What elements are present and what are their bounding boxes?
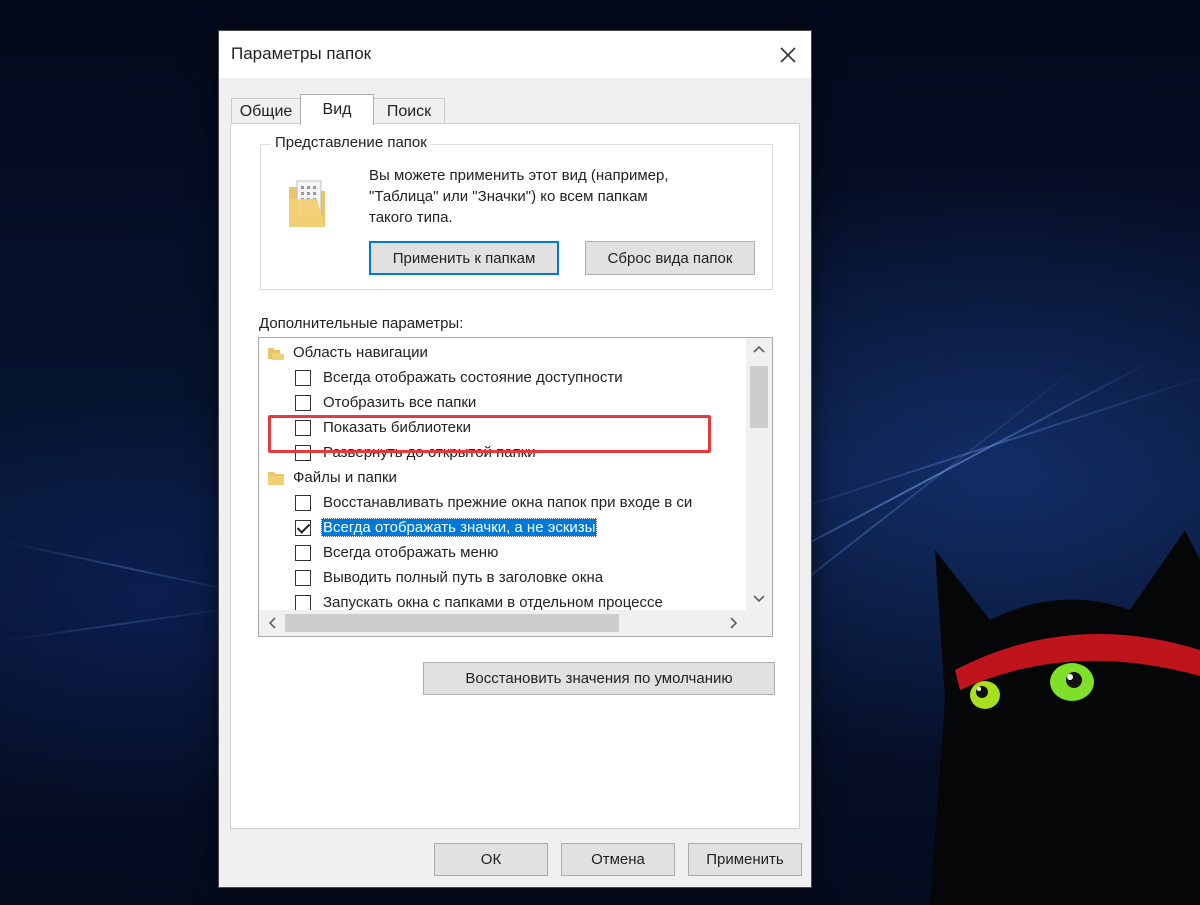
navigation-pane-icon	[268, 347, 284, 360]
tab-general[interactable]: Общие	[231, 98, 301, 124]
tab-view[interactable]: Вид	[300, 94, 374, 125]
horizontal-scrollbar[interactable]	[259, 610, 747, 636]
option-label: Всегда отображать меню	[323, 544, 499, 561]
scroll-up-icon[interactable]	[746, 338, 772, 360]
tab-label: Общие	[239, 102, 293, 120]
description-line: Вы можете применить этот вид (например,	[369, 167, 669, 184]
cancel-button[interactable]: Отмена	[561, 843, 675, 876]
folder-options-dialog: Параметры папок Общие Вид Поиск Представ…	[218, 30, 812, 888]
option-always-show-menus[interactable]: Всегда отображать меню	[295, 540, 500, 565]
vertical-scrollbar[interactable]	[746, 338, 772, 610]
tab-label: Вид	[322, 101, 352, 118]
category-label: Файлы и папки	[293, 469, 397, 486]
option-show-availability[interactable]: Всегда отображать состояние доступности	[295, 365, 625, 390]
apply-to-folders-button[interactable]: Применить к папкам	[369, 241, 559, 275]
window-title: Параметры папок	[231, 44, 372, 63]
horizontal-scroll-thumb[interactable]	[285, 614, 619, 632]
tab-label: Поиск	[386, 102, 432, 120]
advanced-settings-list[interactable]: Область навигации Всегда отображать сост…	[258, 337, 773, 637]
vertical-scroll-thumb[interactable]	[750, 366, 768, 428]
checkbox-checked[interactable]	[295, 519, 311, 536]
description-line: "Таблица" или "Значки") ко всем папкам	[369, 188, 648, 205]
checkbox[interactable]	[295, 494, 311, 511]
option-label: Запускать окна с папками в отдельном про…	[323, 594, 663, 610]
option-full-path-title[interactable]: Выводить полный путь в заголовке окна	[295, 565, 605, 590]
checkbox[interactable]	[295, 594, 311, 610]
scroll-right-icon[interactable]	[721, 612, 747, 634]
tab-search[interactable]: Поиск	[373, 98, 445, 124]
title-bar: Параметры папок	[219, 31, 811, 78]
option-label: Всегда отображать значки, а не эскизы	[321, 518, 598, 537]
checkbox[interactable]	[295, 394, 311, 411]
view-tab-panel: Представление папок Вы можете применить …	[230, 123, 800, 829]
folder-view-icon	[289, 180, 325, 227]
checkbox[interactable]	[295, 569, 311, 586]
folder-views-description: Вы можете применить этот вид (например, …	[369, 165, 739, 228]
option-label: Выводить полный путь в заголовке окна	[323, 569, 604, 586]
option-label: Отобразить все папки	[323, 394, 477, 411]
category-files-and-folders: Файлы и папки	[267, 465, 397, 490]
option-separate-process[interactable]: Запускать окна с папками в отдельном про…	[295, 590, 665, 610]
restore-defaults-button[interactable]: Восстановить значения по умолчанию	[423, 662, 775, 695]
scroll-down-icon[interactable]	[746, 588, 772, 610]
option-restore-windows[interactable]: Восстанавливать прежние окна папок при в…	[295, 490, 694, 515]
option-label: Всегда отображать состояние доступности	[323, 369, 623, 386]
folder-views-group: Представление папок Вы можете применить …	[260, 134, 773, 290]
checkbox[interactable]	[295, 369, 311, 386]
option-always-show-icons[interactable]: Всегда отображать значки, а не эскизы	[295, 515, 598, 540]
folder-views-label: Представление папок	[271, 134, 431, 151]
close-icon	[780, 46, 796, 63]
scrollbar-corner	[746, 610, 772, 636]
apply-button[interactable]: Применить	[688, 843, 802, 876]
scroll-left-icon[interactable]	[259, 612, 285, 634]
option-show-all-folders[interactable]: Отобразить все папки	[295, 390, 478, 415]
category-label: Область навигации	[293, 344, 428, 361]
checkbox[interactable]	[295, 544, 311, 561]
advanced-settings-label: Дополнительные параметры:	[259, 315, 464, 332]
ok-button[interactable]: ОК	[434, 843, 548, 876]
close-button[interactable]	[765, 31, 811, 78]
option-label: Восстанавливать прежние окна папок при в…	[323, 494, 693, 511]
annotation-highlight-box	[268, 415, 711, 453]
description-line: такого типа.	[369, 209, 453, 226]
folder-icon	[268, 471, 284, 485]
settings-rows: Область навигации Всегда отображать сост…	[259, 338, 747, 610]
category-navigation-pane: Область навигации	[267, 340, 428, 365]
reset-folders-button[interactable]: Сброс вида папок	[585, 241, 755, 275]
